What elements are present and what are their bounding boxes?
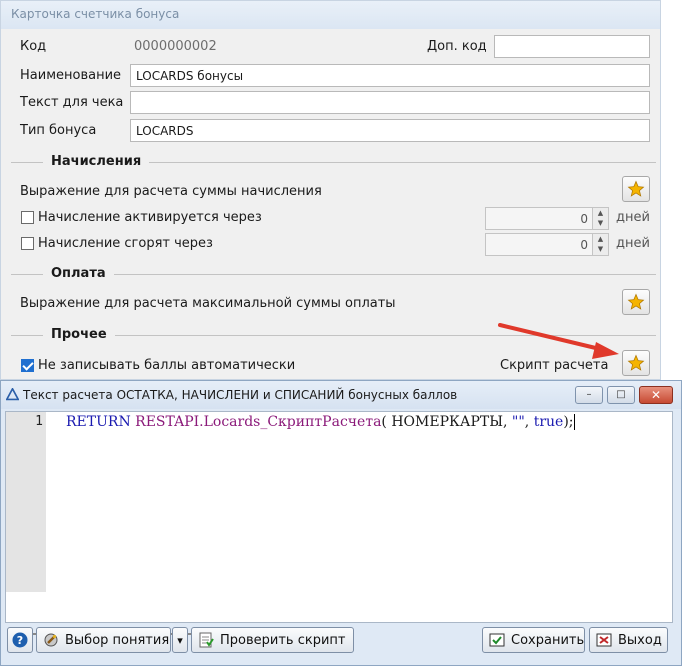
script-dialog: Текст расчета ОСТАТКА, НАЧИСЛЕНИ и СПИСА… bbox=[0, 380, 682, 666]
save-icon bbox=[489, 633, 505, 647]
exit-button[interactable]: Выход bbox=[589, 627, 668, 653]
code-keyword: RETURN bbox=[66, 414, 131, 430]
concept-button-label: Выбор понятия bbox=[65, 632, 170, 648]
line-number: 1 bbox=[35, 414, 43, 429]
svg-text:?: ? bbox=[17, 634, 23, 647]
question-icon: ? bbox=[12, 632, 28, 648]
save-button-label: Сохранить bbox=[511, 632, 585, 648]
code-line[interactable]: RETURN RESTAPI.Locards_СкриптРасчета( НО… bbox=[66, 414, 575, 430]
check-script-icon bbox=[199, 632, 214, 648]
maximize-button[interactable]: □ bbox=[607, 386, 635, 404]
code-arg-string: "" bbox=[511, 414, 525, 430]
exit-button-label: Выход bbox=[618, 632, 662, 648]
concept-button[interactable]: Выбор понятия bbox=[36, 627, 171, 653]
dialog-titlebar[interactable]: Текст расчета ОСТАТКА, НАЧИСЛЕНИ и СПИСА… bbox=[1, 381, 681, 409]
minimize-button[interactable]: – bbox=[575, 386, 603, 404]
code-function: RESTAPI.Locards_СкриптРасчета bbox=[135, 414, 382, 430]
script-editor[interactable]: 1 RETURN RESTAPI.Locards_СкриптРасчета( … bbox=[5, 411, 673, 635]
check-script-button[interactable]: Проверить скрипт bbox=[191, 627, 354, 653]
help-button[interactable]: ? bbox=[7, 627, 33, 653]
check-script-label: Проверить скрипт bbox=[220, 632, 346, 648]
code-arg-card-number: НОМЕРКАРТЫ bbox=[391, 414, 503, 430]
code-arg-bool: true bbox=[533, 414, 564, 430]
line-number-gutter: 1 bbox=[6, 412, 46, 592]
exit-icon bbox=[596, 633, 612, 647]
concept-dropdown-button[interactable]: ▾ bbox=[172, 627, 188, 653]
save-button[interactable]: Сохранить bbox=[482, 627, 585, 653]
code-open-paren: ( bbox=[381, 414, 392, 430]
close-button[interactable]: ✕ bbox=[639, 386, 673, 404]
concept-icon bbox=[44, 633, 58, 647]
code-comma: , bbox=[502, 414, 512, 430]
app-icon bbox=[6, 388, 19, 401]
dialog-title: Текст расчета ОСТАТКА, НАЧИСЛЕНИ и СПИСА… bbox=[23, 388, 458, 402]
code-comma: , bbox=[524, 414, 534, 430]
code-close: ); bbox=[563, 414, 574, 430]
text-cursor bbox=[573, 414, 575, 430]
